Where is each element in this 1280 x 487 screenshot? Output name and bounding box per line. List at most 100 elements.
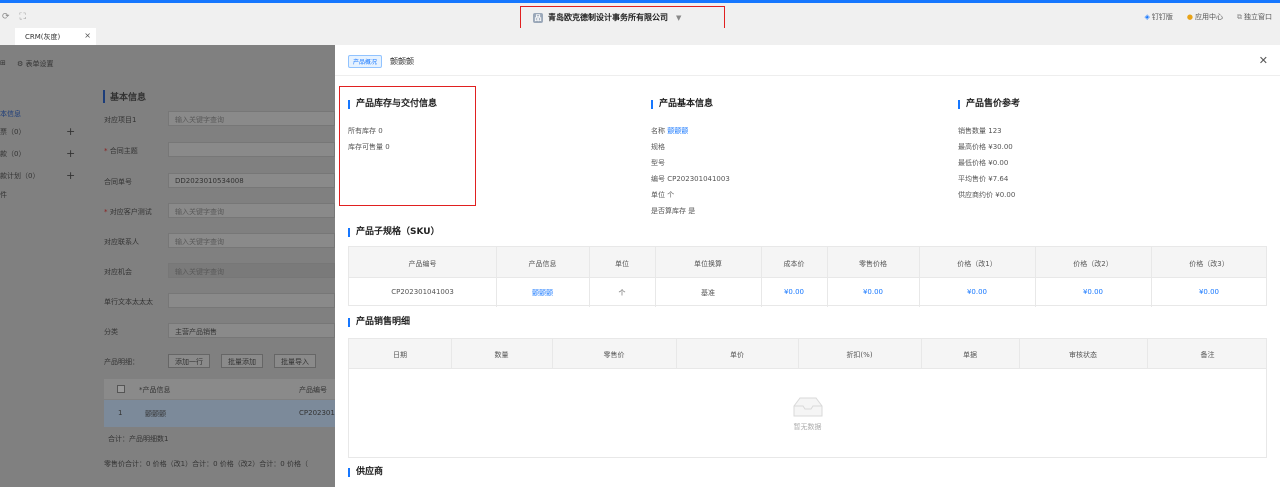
basic-spec: 规格 [651,143,665,151]
sales-th-remark: 备注 [1200,351,1215,359]
standalone-window-link[interactable]: ⧉ 独立窗口 [1237,12,1272,22]
product-overview-panel: 产品概况 颤颤颤 ✕ 产品库存与交付信息 所有库存 0 库存可售量 0 产品基本… [335,45,1280,487]
sales-th-date: 日期 [393,351,407,359]
price-sales-qty: 销售数量 123 [958,127,1002,135]
sku-th-cost: 成本价 [783,260,805,268]
basic-name: 名称 颤颤颤 [651,127,689,135]
sales-th-qty: 数量 [494,351,509,359]
basic-section-title: 产品基本信息 [651,100,713,109]
product-name-link[interactable]: 颤颤颤 [667,127,688,135]
side-item-invoice[interactable]: 票（0） [0,127,25,137]
text-input[interactable] [168,293,335,308]
price-avg: 平均售价 ¥7.64 [958,175,1009,183]
sku-th-retail: 零售价格 [859,260,887,268]
background-form-overlay: ⊞ ⚙ 表单设置 本信息 票（0） + 款（0） + 款计划（0） + 件 基本… [0,45,339,487]
opportunity-input[interactable]: 输入关键字查询 [168,263,335,278]
sales-th-retail: 零售价 [603,351,625,359]
empty-text: 暂无数据 [793,423,822,431]
sales-th-doc: 单据 [963,351,977,359]
form-label: * 对应客户测试 [104,208,152,216]
highlight-box-stock [339,86,476,206]
side-item-basic[interactable]: 本信息 [0,109,21,119]
app-center-icon: ● [1186,13,1193,21]
window-icon: ⧉ [1237,13,1242,21]
app-center-label: 应用中心 [1195,13,1223,21]
app-center-link[interactable]: ● 应用中心 [1187,12,1223,22]
subject-input[interactable] [168,142,335,157]
project-input[interactable]: 输入关键字查询 [168,111,335,126]
tab-bar [0,28,1280,45]
row-index: 1 [118,409,123,417]
overview-badge: 产品概况 [348,55,383,68]
form-label: 分类 [104,328,118,336]
sales-th-discount: 折扣(%) [846,351,873,359]
sku-cell-conversion: 基准 [701,289,715,297]
customer-input[interactable]: 输入关键字查询 [168,203,335,218]
dingtalk-icon: ◈ [1144,13,1150,21]
sales-table: 日期 数量 零售价 单价 折扣(%) 单据 审核状态 备注 暂无数据 [348,338,1267,458]
basic-code: 编号 CP202301041003 [651,175,730,183]
side-item-attachment[interactable]: 件 [0,190,7,200]
contact-input[interactable]: 输入关键字查询 [168,233,335,248]
batch-add-button[interactable]: 批量添加 [221,354,263,368]
refresh-fullscreen-icons[interactable]: ⟳⛶ [2,12,36,22]
price-supplier: 供应商约价 ¥0.00 [958,191,1016,199]
sku-th-unit: 单位 [615,260,629,268]
side-item-payment-plan[interactable]: 款计划（0） [0,171,39,181]
sales-th-unit-price: 单价 [730,351,744,359]
sku-th-conversion: 单位换算 [694,260,722,268]
form-icon: ⊞ [0,59,6,67]
sku-th-code: 产品编号 [408,260,437,268]
batch-import-button[interactable]: 批量导入 [274,354,316,368]
plus-icon[interactable]: + [66,125,75,138]
basic-model: 型号 [651,159,665,167]
section-title: 基本信息 [103,90,146,103]
sku-th-price1: 价格（改1） [957,260,997,268]
sku-cell-cost: ¥0.00 [783,288,805,296]
price-summary: 零售价合计：0 价格（改1）合计：0 价格（改2）合计：0 价格（ [104,460,308,468]
table-header-cell: 产品编号 [299,386,327,394]
sales-th-status: 审核状态 [1069,351,1097,359]
sku-cell-retail: ¥0.00 [862,288,884,296]
sku-section-title: 产品子规格（SKU） [348,228,440,237]
sales-section-title: 产品销售明细 [348,318,410,327]
add-row-button[interactable]: 添加一行 [168,354,210,368]
form-label: * 合同主题 [104,147,138,155]
price-section-title: 产品售价参考 [958,100,1020,109]
standalone-window-label: 独立窗口 [1244,13,1272,21]
form-label: 产品明细： [104,358,139,366]
close-icon[interactable]: × [84,31,91,40]
form-settings[interactable]: ⚙ 表单设置 [17,59,54,69]
form-label: 对应联系人 [104,238,139,246]
row-product-name: 颤颤颤 [145,410,166,418]
price-max: 最高价格 ¥30.00 [958,143,1013,151]
select-all-checkbox[interactable] [117,385,125,393]
basic-stock-flag: 是否算库存 是 [651,207,696,215]
price-min: 最低价格 ¥0.00 [958,159,1009,167]
supplier-section-title: 供应商 [348,468,383,477]
close-icon[interactable]: ✕ [1259,54,1268,67]
tab-crm[interactable]: CRM(灰度) × [15,28,96,45]
form-label: 对应机会 [104,268,132,276]
dingtalk-link[interactable]: ◈ 钉钉版 [1145,12,1173,22]
contract-no-input[interactable]: DD2023010534008 [168,173,335,188]
row-product-code: CP2023010 [299,409,340,417]
sku-table: 产品编号 产品信息 单位 单位换算 成本价 零售价格 价格（改1） 价格（改2）… [348,246,1267,307]
empty-box-icon [793,397,823,417]
header-divider [335,75,1280,76]
category-select[interactable]: 主营产品销售 [168,323,335,338]
sku-cell-code: CP202301041003 [391,288,454,296]
table-total: 合计：产品明细数1 [108,435,169,443]
side-item-payment[interactable]: 款（0） [0,149,25,159]
sku-cell-price2: ¥0.00 [1082,288,1104,296]
sku-cell-unit: 个 [618,289,626,297]
table-header-cell: *产品信息 [139,386,171,394]
sku-cell-product-link[interactable]: 颤颤颤 [496,288,589,298]
sku-cell-price3: ¥0.00 [1198,288,1220,296]
plus-icon[interactable]: + [66,169,75,182]
form-label: 对应项目1 [104,116,137,124]
sku-cell-price1: ¥0.00 [966,288,988,296]
sku-th-info: 产品信息 [528,260,557,268]
plus-icon[interactable]: + [66,147,75,160]
sku-th-price2: 价格（改2） [1073,260,1113,268]
